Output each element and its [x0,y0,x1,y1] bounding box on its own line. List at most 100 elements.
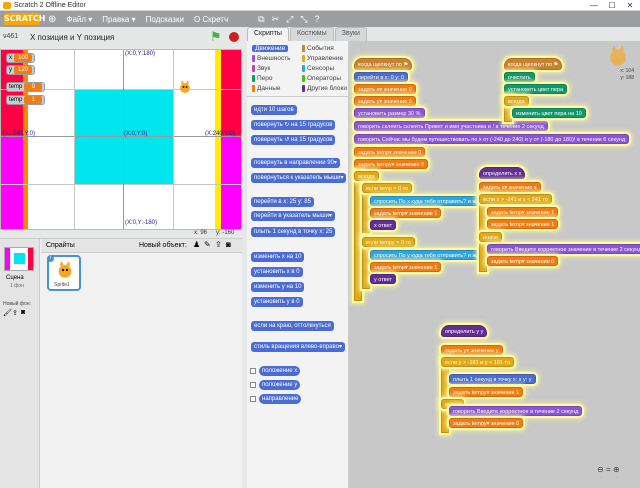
category-more-blocks[interactable]: Другие блоки [302,85,347,92]
choose-sprite-icon[interactable]: ♟ [193,240,200,249]
category-control[interactable]: Управление [302,55,343,62]
checkbox-y-position[interactable] [250,382,256,388]
variable-monitor[interactable]: y 120 [6,65,35,75]
upload-sprite-icon[interactable]: ⇪ [215,240,222,249]
menu-about[interactable]: О Скретч [194,15,228,24]
scripts-area[interactable]: когда щелкнут по ⚑ перейти в x: 0 y: 0 з… [349,41,640,488]
script-a-if-tempy[interactable]: если tempy = 0 то [362,237,415,247]
reporter-direction[interactable]: направление [259,394,302,404]
script-a-if-temp[interactable]: если temp = 0 то [362,183,413,193]
close-button[interactable]: ✕ [621,0,639,11]
script-a-ask-y[interactable]: спросить По y куда тебя отправить? и жда… [370,250,492,260]
tab-sounds[interactable]: Звуки [334,27,367,41]
category-operators[interactable]: Операторы [302,75,341,82]
script-d-block[interactable]: говорить Введите корректное в течение 2 … [449,406,583,416]
script-c-block[interactable]: задать x▾ значение x [479,182,541,192]
block-turn-left[interactable]: повернуть ↺ на 15 градусов [251,135,336,145]
block-go-to-xy[interactable]: перейти в x: 25 y: 85 [251,197,314,207]
category-motion[interactable]: Движение [252,45,289,52]
stage-canvas[interactable]: (X:0,Y:180) (X:0,Y:-180) (X:-240,Y:0) (X… [0,49,242,230]
script-a-block[interactable]: перейти в x: 0 y: 0 [354,72,409,82]
block-rotation-style[interactable]: стиль вращения влево-вправо▾ [251,342,345,352]
camera-sprite-icon[interactable]: ◙ [226,240,231,249]
checkbox-direction[interactable] [250,396,256,402]
stage-thumbnail[interactable] [4,247,34,271]
block-glide[interactable]: плыть 1 секунд в точку x: 25 [251,227,336,237]
script-a-call-x[interactable]: x ответ [370,220,396,230]
block-point-direction[interactable]: повернуть в направлении 90▾ [251,158,340,168]
script-a-forever[interactable]: всегда [354,171,379,181]
help-icon[interactable]: ? [315,14,320,24]
script-d-block[interactable]: задать tempy▾ значение 1 [449,387,524,397]
script-d-if[interactable]: если y > -181 и y < 181 то [441,357,515,367]
project-title[interactable]: X позиция и Y позиция [30,33,114,42]
block-set-x[interactable]: установить x в 0 [251,267,303,277]
script-d-define[interactable]: определить y y [441,325,488,337]
script-b-forever[interactable]: всегда [504,96,529,106]
block-bounce-edge[interactable]: если на краю, оттолкнуться [251,321,334,331]
script-a-block[interactable]: говорить Сейчас мы будем путешествовать … [354,134,630,144]
minimize-button[interactable]: — [585,0,603,11]
block-change-y[interactable]: изменить y на 10 [251,282,305,292]
checkbox-x-position[interactable] [250,368,256,374]
delete-icon[interactable]: ✂ [272,14,280,25]
category-sound[interactable]: Звук [252,65,270,72]
reporter-y-position[interactable]: положение y [259,380,301,390]
grow-icon[interactable]: ⤢ [286,14,293,25]
block-move-steps[interactable]: идти 10 шагов [251,105,297,115]
shrink-icon[interactable]: ⤡ [300,14,307,25]
cat-sprite[interactable] [179,80,191,94]
zoom-reset-icon[interactable]: = [606,465,611,474]
category-pen[interactable]: Перо [252,75,273,82]
sprite-thumbnail[interactable]: i Sprite1 [47,255,81,291]
tab-costumes[interactable]: Костюмы [289,27,334,41]
script-a-block[interactable]: задать temp▾ значение 0 [354,147,426,157]
reporter-x-position[interactable]: положение x [259,366,301,376]
menu-edit[interactable]: Правка ▾ [102,15,135,24]
menu-tips[interactable]: Подсказки [146,15,184,24]
upload-backdrop-icon[interactable]: ⇪ [12,309,18,317]
script-a-call-y[interactable]: y ответ [370,274,396,284]
script-a-ask-x[interactable]: спросить По x куда тебя отправить? и жда… [370,196,492,206]
category-events[interactable]: События [302,45,334,52]
script-a-block[interactable]: задать y▾ значение 0 [354,96,416,106]
script-a-block[interactable]: задать temp▾ значение 1 [370,262,442,272]
duplicate-icon[interactable]: ⧉ [258,14,264,25]
info-icon[interactable]: i [47,255,54,262]
block-change-x[interactable]: изменить x на 10 [251,252,305,262]
block-set-y[interactable]: установить y в 0 [251,297,303,307]
paint-backdrop-icon[interactable]: 🖌 [3,309,12,317]
script-c-else[interactable]: иначе [479,232,502,242]
camera-icon[interactable]: ◙ [21,309,25,316]
script-a-block[interactable]: говорить склеить склеить Привет и имя уч… [354,121,548,131]
script-c-if[interactable]: если x > -241 и x < 241 то [479,194,553,204]
stop-button[interactable] [229,32,239,42]
script-c-block[interactable]: задать temp▾ значение 0 [487,256,559,266]
script-d-glide[interactable]: плыть 1 секунд в точку x: x y: y [449,374,536,384]
paint-sprite-icon[interactable]: ✎ [204,240,211,249]
category-data[interactable]: Данные [252,85,280,92]
variable-monitor[interactable]: x 100 [6,53,35,63]
green-flag-icon[interactable]: ⚑ [210,30,222,44]
script-c-block[interactable]: задать temp▾ значение 1 [487,219,559,229]
script-c-define[interactable]: определить x x [479,167,526,179]
script-d-block[interactable]: задать tempy▾ значение 0 [449,418,524,428]
script-a-block[interactable]: задать temp▾ значение 1 [370,208,442,218]
variable-monitor[interactable]: temp 1 [6,95,46,105]
zoom-out-icon[interactable]: ⊖ [597,465,604,474]
script-c-block[interactable]: говорить Введите корректное значение в т… [487,244,640,254]
script-b-block[interactable]: установить цвет пера [504,84,568,94]
menu-file[interactable]: Файл ▾ [66,15,92,24]
script-a-block[interactable]: установить размер 30 % [354,108,425,118]
variable-monitor[interactable]: temp 0 [6,82,46,92]
tab-scripts[interactable]: Скрипты [247,27,289,41]
script-b-block[interactable]: изменить цвет пера на 10 [512,108,586,118]
script-a-block[interactable]: задать x▾ значение 0 [354,84,416,94]
category-sensing[interactable]: Сенсоры [302,65,334,72]
block-point-towards[interactable]: повернуться к указатель мыши▾ [251,173,347,183]
block-turn-right[interactable]: повернуть ↻ на 15 градусов [251,120,336,130]
script-a-block[interactable]: задать tempy▾ значение 0 [354,159,429,169]
script-b-block[interactable]: очистить [504,72,535,82]
scratch-logo[interactable]: SCRATCH [4,13,45,25]
script-c-block[interactable]: задать temp▾ значение 1 [487,207,559,217]
